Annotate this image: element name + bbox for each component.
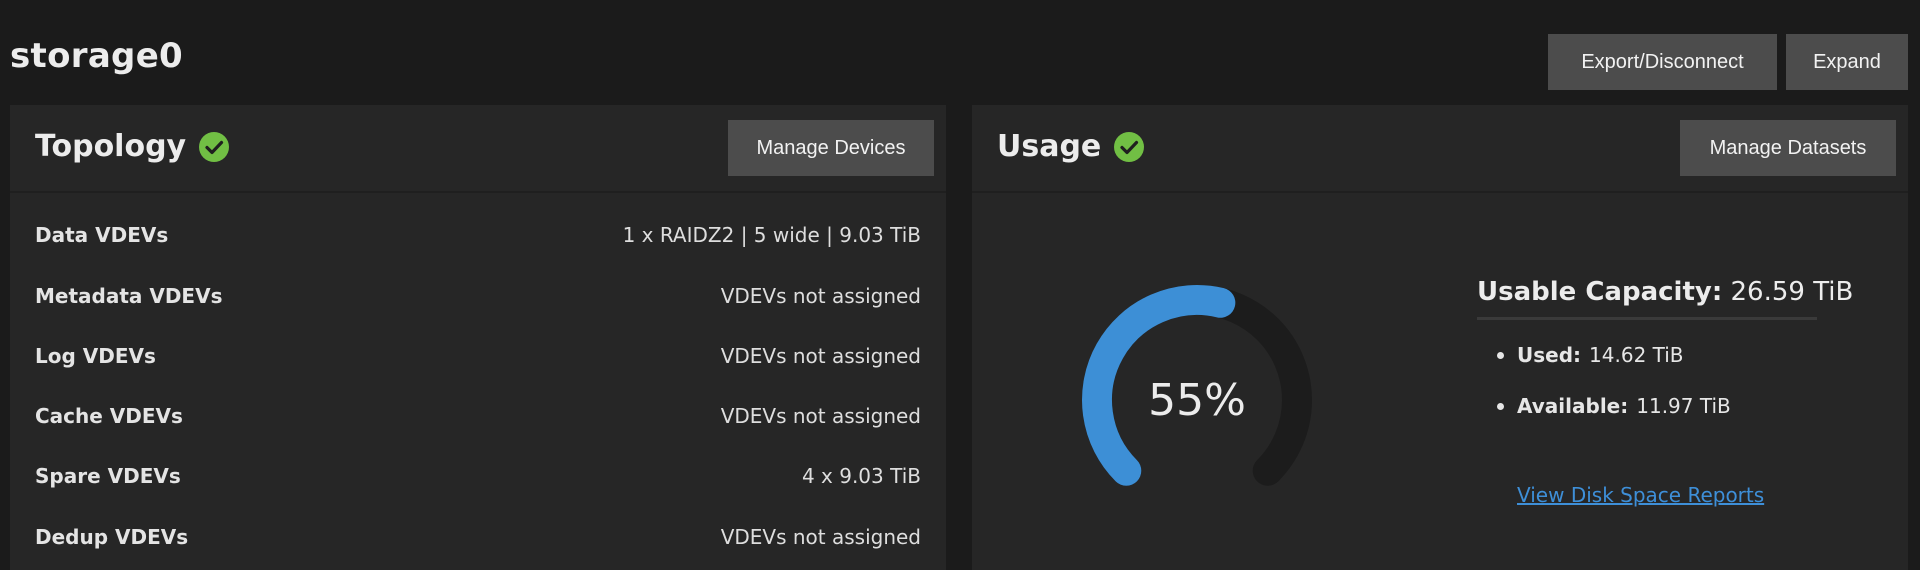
usage-title: Usage (997, 129, 1102, 164)
bullet-icon (1497, 351, 1504, 359)
usage-card-header: Usage Manage Datasets (972, 105, 1908, 193)
topology-row-value: VDEVs not assigned (720, 284, 921, 308)
topology-row-spare: Spare VDEVs 4 x 9.03 TiB (35, 456, 921, 496)
topology-row-value: 4 x 9.03 TiB (801, 464, 921, 488)
topology-row-metadata: Metadata VDEVs VDEVs not assigned (35, 276, 921, 316)
available-stat: Available: 11.97 TiB (1497, 394, 1731, 418)
usable-capacity-label: Usable Capacity: (1477, 277, 1723, 307)
topology-card-header: Topology Manage Devices (10, 105, 946, 193)
check-circle-icon (1114, 131, 1145, 162)
usable-capacity-value: 26.59 TiB (1730, 277, 1854, 307)
topology-row-label: Cache VDEVs (35, 404, 183, 428)
used-value: 14.62 TiB (1589, 343, 1684, 367)
available-label: Available: (1517, 394, 1629, 418)
topology-row-value: VDEVs not assigned (720, 525, 921, 549)
topology-row-label: Metadata VDEVs (35, 284, 223, 308)
export-disconnect-button[interactable]: Export/Disconnect (1548, 34, 1777, 90)
expand-button[interactable]: Expand (1786, 34, 1908, 90)
usage-percent: 55% (1148, 374, 1246, 426)
topology-row-value: VDEVs not assigned (720, 404, 921, 428)
topology-row-data: Data VDEVs 1 x RAIDZ2 | 5 wide | 9.03 Ti… (35, 215, 921, 255)
topology-row-label: Spare VDEVs (35, 464, 181, 488)
manage-datasets-button[interactable]: Manage Datasets (1680, 120, 1896, 176)
topology-title: Topology (35, 129, 187, 164)
available-value: 11.97 TiB (1636, 394, 1731, 418)
pool-title: storage0 (10, 36, 184, 76)
topology-row-value: 1 x RAIDZ2 | 5 wide | 9.03 TiB (622, 223, 921, 247)
view-disk-space-reports-link[interactable]: View Disk Space Reports (1517, 483, 1764, 507)
topology-row-dedup: Dedup VDEVs VDEVs not assigned (35, 517, 921, 557)
topology-row-label: Log VDEVs (35, 344, 156, 368)
usage-title-wrap: Usage (997, 129, 1145, 164)
used-stat: Used: 14.62 TiB (1497, 343, 1684, 367)
check-circle-icon (199, 131, 230, 162)
topology-row-log: Log VDEVs VDEVs not assigned (35, 336, 921, 376)
topology-row-label: Dedup VDEVs (35, 525, 189, 549)
pool-dashboard: storage0 Export/Disconnect Expand Topolo… (0, 0, 1920, 570)
usable-capacity: Usable Capacity: 26.59 TiB (1477, 277, 1853, 307)
topology-title-wrap: Topology (35, 129, 230, 164)
topology-row-value: VDEVs not assigned (720, 344, 921, 368)
manage-devices-button[interactable]: Manage Devices (728, 120, 934, 176)
topology-row-label: Data VDEVs (35, 223, 169, 247)
usage-card: Usage Manage Datasets 55% Usable Capacit… (972, 105, 1908, 570)
bullet-icon (1497, 402, 1504, 410)
topology-row-cache: Cache VDEVs VDEVs not assigned (35, 396, 921, 436)
capacity-divider (1477, 317, 1817, 320)
topology-card: Topology Manage Devices Data VDEVs 1 x R… (10, 105, 946, 570)
used-label: Used: (1517, 343, 1582, 367)
